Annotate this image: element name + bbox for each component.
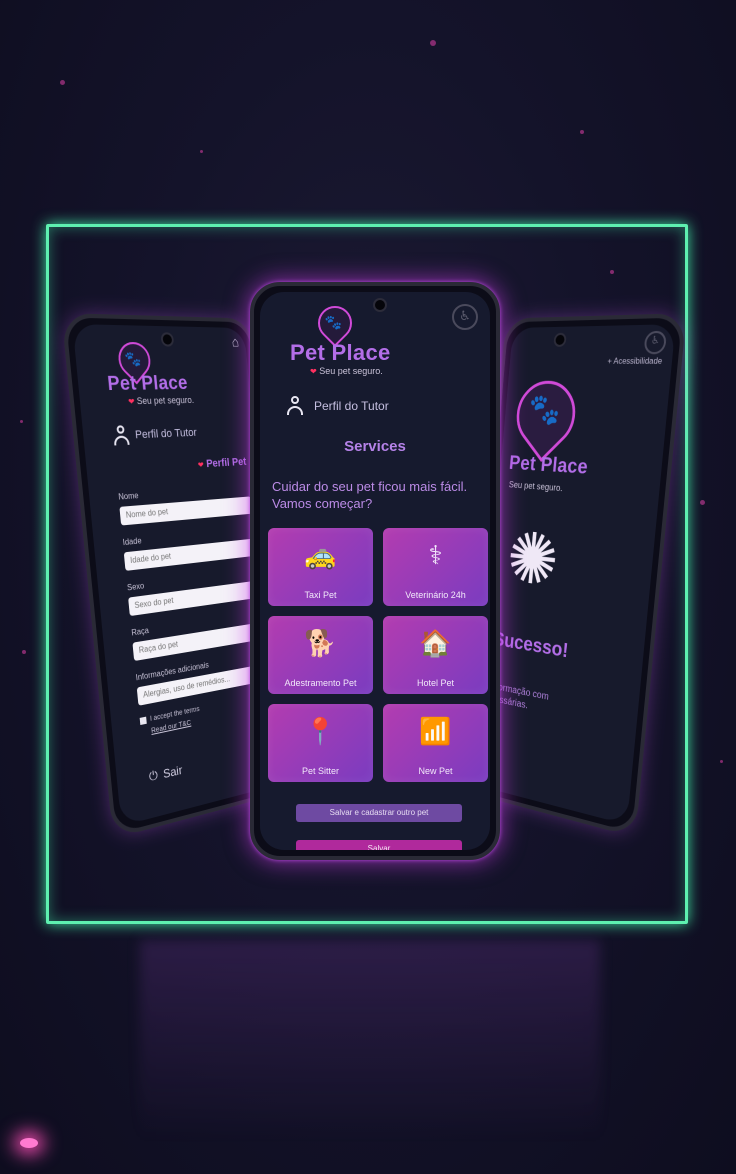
service-label: Adestramento Pet: [284, 678, 357, 688]
floor-reflection: [140, 940, 600, 1140]
bg-sparkle: [580, 130, 584, 134]
field-name: Nome: [118, 483, 253, 526]
camera-icon: [373, 298, 387, 312]
save-and-add-pet-button[interactable]: Salvar e cadastrar outro pet: [296, 804, 462, 822]
success-text: Sucesso!: [492, 628, 570, 663]
heart-icon: ❤: [310, 367, 317, 376]
camera-icon: [553, 332, 567, 347]
tagline-text: Seu pet seguro.: [319, 366, 383, 376]
service-label: New Pet: [418, 766, 453, 776]
app-title: Pet Place: [106, 372, 189, 396]
trainer-dog-icon: 🐕: [304, 628, 337, 658]
home-icon[interactable]: ⌂: [231, 334, 239, 350]
center-phone-screen: ♿ 🐾 Pet Place ❤ Seu pet seguro. Perfil d…: [260, 292, 490, 850]
name-input[interactable]: [119, 496, 253, 526]
exit-label: Sair: [162, 762, 183, 781]
field-age: Idade: [122, 525, 257, 571]
save-button[interactable]: Salvar: [296, 840, 462, 850]
service-tile-veterinario[interactable]: ⚕ Veterinário 24h: [383, 528, 488, 606]
app-tagline: Seu pet seguro.: [508, 479, 564, 494]
profile-link[interactable]: Perfil do Tutor: [286, 396, 389, 416]
bg-sparkle: [22, 650, 26, 654]
service-tile-new-pet[interactable]: 📶 New Pet: [383, 704, 488, 782]
paw-icon: 🐾: [324, 313, 343, 330]
app-tagline: ❤ Seu pet seguro.: [310, 366, 383, 376]
person-icon: [112, 425, 131, 446]
service-label: Taxi Pet: [304, 590, 337, 600]
accessibility-icon[interactable]: ♿: [643, 330, 668, 355]
app-tagline: ❤ Seu pet seguro.: [128, 395, 195, 406]
bg-sparkle: [430, 40, 436, 46]
profile-label: Perfil do Tutor: [314, 399, 389, 413]
heart-icon: ❤: [127, 396, 135, 407]
app-title: Pet Place: [508, 452, 589, 479]
pet-tag-icon: 📶: [419, 716, 452, 746]
service-tile-taxi-pet[interactable]: 🚕 Taxi Pet: [268, 528, 373, 606]
terms-checkbox[interactable]: [139, 716, 147, 726]
services-grid: 🚕 Taxi Pet ⚕ Veterinário 24h 🐕 Adestrame…: [268, 528, 490, 782]
success-badge-icon: ✺: [503, 518, 562, 603]
service-tile-pet-sitter[interactable]: 📍 Pet Sitter: [268, 704, 373, 782]
service-label: Veterinário 24h: [405, 590, 466, 600]
logo-pin-icon: 🐾: [310, 298, 360, 348]
paw-icon: 🐾: [123, 350, 142, 367]
bg-sparkle: [20, 420, 23, 423]
field-sex: Sexo: [127, 567, 260, 617]
terms-link[interactable]: Read our T&C: [151, 720, 191, 735]
tagline-text: Seu pet seguro.: [136, 394, 195, 407]
logo-pin-icon: 🐾: [111, 334, 157, 385]
center-phone: ♿ 🐾 Pet Place ❤ Seu pet seguro. Perfil d…: [250, 282, 500, 860]
terms-label: I accept the terms: [149, 705, 200, 723]
paw-icon: 🐾: [527, 393, 563, 427]
accessibility-label-text: Acessibilidade: [613, 356, 663, 366]
floor-light-glow: [20, 1138, 38, 1148]
bg-sparkle: [200, 150, 203, 153]
field-additional-info: Informações adicionais: [135, 651, 268, 706]
service-label: Pet Sitter: [301, 766, 339, 776]
profile-link[interactable]: Perfil do Tutor: [112, 423, 198, 447]
app-title: Pet Place: [290, 340, 391, 365]
map-pin-icon: 📍: [304, 716, 337, 746]
accessibility-icon[interactable]: ♿: [452, 304, 478, 330]
service-label: Hotel Pet: [416, 678, 455, 688]
power-icon: ⏻: [148, 767, 159, 784]
logo-pin-icon: 🐾: [505, 366, 588, 462]
services-title: Services: [344, 438, 406, 455]
section-title: ❤ Perfil Pet: [197, 456, 247, 471]
pet-hotel-icon: 🏠: [419, 628, 452, 658]
heart-icon: ❤: [197, 460, 205, 470]
welcome-text: Cuidar do seu pet ficou mais fácil. Vamo…: [272, 479, 468, 511]
section-title-text: Perfil Pet: [205, 456, 247, 471]
bg-sparkle: [720, 760, 723, 763]
stethoscope-icon: ⚕: [428, 540, 443, 570]
exit-button[interactable]: ⏻ Sair: [148, 762, 183, 785]
camera-icon: [160, 332, 175, 347]
accessibility-label[interactable]: + Acessibilidade: [607, 356, 663, 366]
bg-sparkle: [60, 80, 65, 85]
person-icon: [286, 396, 304, 416]
taxi-icon: 🚕: [304, 540, 337, 570]
service-tile-adestramento[interactable]: 🐕 Adestramento Pet: [268, 616, 373, 694]
profile-label: Perfil do Tutor: [134, 426, 198, 442]
service-tile-hotel-pet[interactable]: 🏠 Hotel Pet: [383, 616, 488, 694]
bg-sparkle: [700, 500, 705, 505]
